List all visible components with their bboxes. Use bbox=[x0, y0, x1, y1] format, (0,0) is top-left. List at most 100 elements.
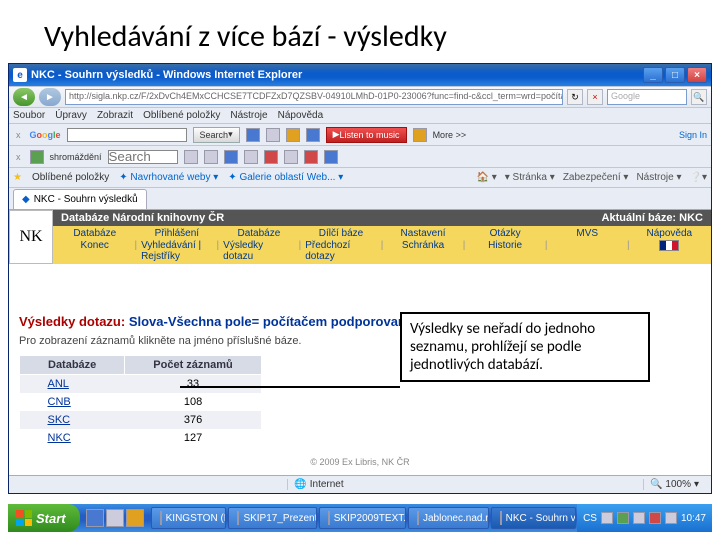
close-toolbar-button[interactable]: x bbox=[13, 130, 24, 140]
close-button[interactable]: × bbox=[687, 67, 707, 83]
tool-icon-2[interactable] bbox=[204, 150, 218, 164]
browser-tab[interactable]: ◆ NKC - Souhrn výsledků bbox=[13, 189, 147, 209]
nk-logo[interactable]: NK bbox=[9, 210, 53, 264]
refresh-button[interactable]: ↻ bbox=[567, 89, 583, 105]
signin-link[interactable]: Sign In bbox=[679, 130, 707, 140]
nk-header: NK Databáze Národní knihovny ČR Aktuální… bbox=[9, 210, 711, 264]
table-row: NKC127 bbox=[20, 429, 262, 447]
amazon-icon[interactable] bbox=[413, 128, 427, 142]
nk-menu-row1: DatabázeKonec| PřihlášeníVyhledávání | R… bbox=[53, 226, 711, 264]
security-tool[interactable]: Zabezpečení ▾ bbox=[563, 172, 629, 183]
tab-favicon: ◆ bbox=[22, 194, 30, 205]
ie-task-icon bbox=[417, 511, 419, 525]
start-button[interactable]: Start bbox=[8, 504, 80, 532]
home-tool[interactable]: 🏠 ▾ bbox=[476, 172, 496, 183]
menu-help[interactable]: Nápověda bbox=[278, 110, 324, 121]
address-bar: ◄ ► http://sigla.nkp.cz/F/2xDvCh4EMxCCHC… bbox=[9, 86, 711, 108]
back-button[interactable]: ◄ bbox=[13, 88, 35, 106]
nav-mvs[interactable]: MVS bbox=[576, 228, 598, 239]
zoom-control[interactable]: 🔍 100% ▾ bbox=[643, 479, 705, 490]
tool-icon-8[interactable] bbox=[324, 150, 338, 164]
tray-icon[interactable] bbox=[649, 512, 661, 524]
menu-file[interactable]: Soubor bbox=[13, 110, 45, 121]
menu-favorites[interactable]: Oblíbené položky bbox=[143, 110, 220, 121]
db-link-skc[interactable]: SKC bbox=[48, 414, 71, 426]
nav-databaze[interactable]: Databáze bbox=[73, 228, 116, 239]
nav-dilci[interactable]: Dílčí báze bbox=[319, 228, 363, 239]
tray-icon[interactable] bbox=[617, 512, 629, 524]
nav-databaze2[interactable]: Databáze bbox=[237, 228, 280, 239]
close-toolbar2-button[interactable]: x bbox=[13, 152, 24, 162]
table-row: SKC376 bbox=[20, 411, 262, 429]
tray-clock[interactable]: 10:47 bbox=[681, 513, 706, 524]
bookmarks-icon[interactable] bbox=[266, 128, 280, 142]
nav-historie[interactable]: Historie bbox=[488, 240, 522, 251]
query-label: Výsledky dotazu: bbox=[19, 314, 125, 329]
nav-konec[interactable]: Konec bbox=[81, 240, 109, 251]
ql-ie-icon[interactable] bbox=[86, 509, 104, 527]
url-input[interactable]: http://sigla.nkp.cz/F/2xDvCh4EMxCCHCSE7T… bbox=[65, 89, 563, 105]
minimize-button[interactable]: _ bbox=[643, 67, 663, 83]
tool-icon-5[interactable] bbox=[264, 150, 278, 164]
tray-icon[interactable] bbox=[633, 512, 645, 524]
task-button[interactable]: KINGSTON (F:) bbox=[151, 507, 227, 529]
search-go-button[interactable]: 🔍 bbox=[691, 89, 707, 105]
task-button[interactable]: SKIP17_Prezenta… bbox=[228, 507, 316, 529]
tool-icon-3[interactable] bbox=[224, 150, 238, 164]
forward-button[interactable]: ► bbox=[39, 88, 61, 106]
task-button-active[interactable]: NKC - Souhrn vý… bbox=[491, 507, 576, 529]
google-search-button[interactable]: Search ▾ bbox=[193, 127, 240, 143]
google-search-input[interactable] bbox=[67, 128, 187, 142]
tool-icon-4[interactable] bbox=[244, 150, 258, 164]
callout-connector bbox=[180, 386, 400, 388]
search-input[interactable]: Google bbox=[607, 89, 687, 105]
maximize-button[interactable]: □ bbox=[665, 67, 685, 83]
ie-icon: e bbox=[13, 68, 27, 82]
menu-tools[interactable]: Nástroje bbox=[230, 110, 267, 121]
tray-lang[interactable]: CS bbox=[583, 513, 597, 524]
nav-vyhledavani[interactable]: Vyhledávání | Rejstříky bbox=[141, 240, 212, 262]
ql-app-icon[interactable] bbox=[126, 509, 144, 527]
listen-music-button[interactable]: ▶ Listen to music bbox=[326, 127, 407, 143]
ql-desktop-icon[interactable] bbox=[106, 509, 124, 527]
favorites-star-icon[interactable]: ★ bbox=[13, 172, 22, 183]
globe-icon: 🌐 bbox=[294, 479, 306, 490]
menu-edit[interactable]: Úpravy bbox=[55, 110, 87, 121]
tray-icon[interactable] bbox=[601, 512, 613, 524]
help-icon[interactable]: ❔▾ bbox=[690, 172, 707, 183]
menu-view[interactable]: Zobrazit bbox=[97, 110, 133, 121]
tool-icon-7[interactable] bbox=[304, 150, 318, 164]
db-link-cnb[interactable]: CNB bbox=[48, 396, 71, 408]
tool-icon-1[interactable] bbox=[184, 150, 198, 164]
task-button[interactable]: SKIP2009TEXT.d… bbox=[319, 507, 406, 529]
system-tray: CS 10:47 bbox=[577, 504, 712, 532]
toolbar-more[interactable]: More >> bbox=[433, 130, 467, 140]
titlebar: e NKC - Souhrn výsledků - Windows Intern… bbox=[9, 64, 711, 86]
favorites-label[interactable]: Oblíbené položky bbox=[32, 172, 109, 183]
nav-napoveda[interactable]: Nápověda bbox=[646, 228, 692, 239]
nav-schranka[interactable]: Schránka bbox=[402, 240, 444, 251]
web-gallery-link[interactable]: ✦ Galerie oblastí Web... ▾ bbox=[228, 172, 343, 183]
task-button[interactable]: Jablonec.nad.n… bbox=[408, 507, 489, 529]
nav-vysledky[interactable]: Výsledky dotazu bbox=[223, 240, 294, 262]
nav-otazky[interactable]: Otázky bbox=[490, 228, 521, 239]
tools-tool[interactable]: Nástroje ▾ bbox=[636, 172, 681, 183]
share-icon[interactable] bbox=[246, 128, 260, 142]
app-icon bbox=[30, 150, 44, 164]
volume-icon[interactable] bbox=[665, 512, 677, 524]
extra-search-input[interactable] bbox=[108, 150, 178, 164]
tool-icon-6[interactable] bbox=[284, 150, 298, 164]
word-icon bbox=[328, 511, 330, 525]
feed-icon[interactable] bbox=[286, 128, 300, 142]
nav-prihlaseni[interactable]: Přihlášení bbox=[155, 228, 199, 239]
db-link-anl[interactable]: ANL bbox=[48, 378, 69, 390]
news-icon[interactable] bbox=[306, 128, 320, 142]
page-tool[interactable]: ▾ Stránka ▾ bbox=[505, 172, 555, 183]
page-tools: 🏠 ▾ ▾ Stránka ▾ Zabezpečení ▾ Nástroje ▾… bbox=[476, 172, 707, 183]
nav-predchozi[interactable]: Předchozí dotazy bbox=[305, 240, 376, 262]
suggested-sites-link[interactable]: ✦ Navrhované weby ▾ bbox=[119, 172, 218, 183]
stop-button[interactable]: × bbox=[587, 89, 603, 105]
db-link-nkc[interactable]: NKC bbox=[48, 432, 71, 444]
nav-nastaveni[interactable]: Nastavení bbox=[401, 228, 446, 239]
uk-flag-icon[interactable] bbox=[659, 240, 679, 251]
